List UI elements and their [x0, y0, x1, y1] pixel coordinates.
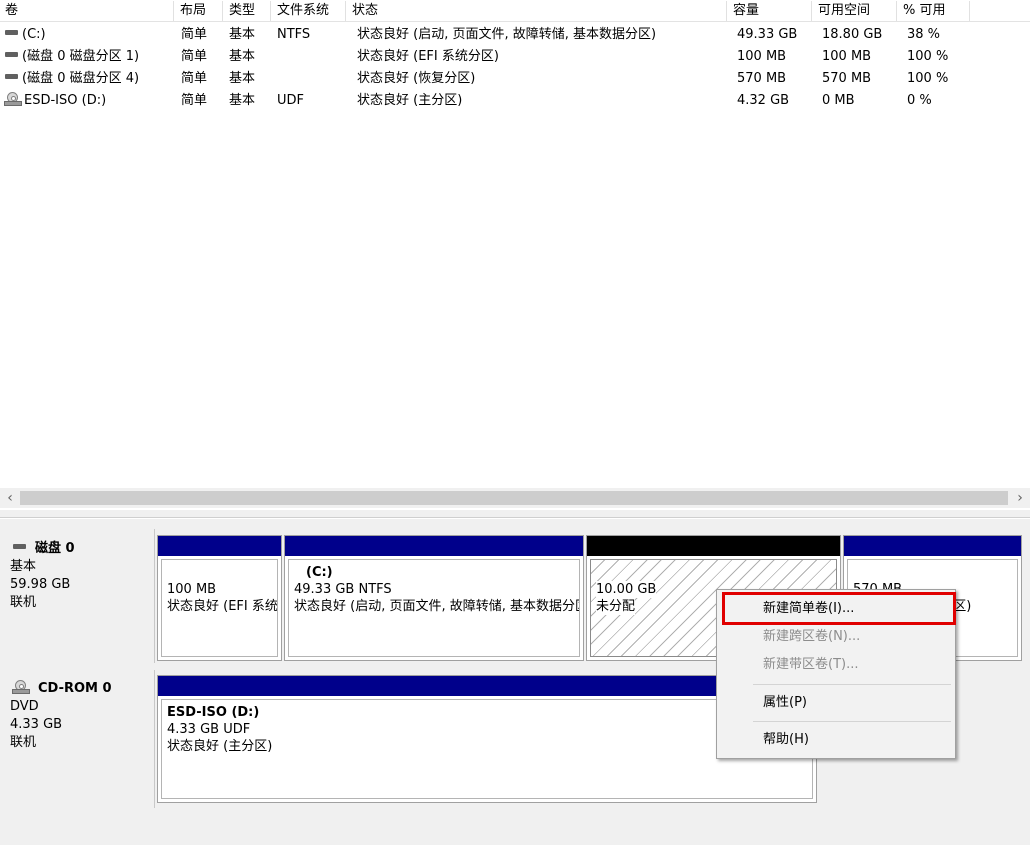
- drive-icon: [5, 74, 18, 79]
- horizontal-scrollbar[interactable]: ‹ ›: [0, 488, 1030, 508]
- volume-percent-free: 100 %: [907, 71, 949, 86]
- volume-list[interactable]: 卷 布局 类型 文件系统 状态 容量 可用空间 % 可用 (C:) 简单 基本 …: [0, 0, 1030, 510]
- partition-title: [596, 564, 836, 581]
- cd-drive-icon: [4, 91, 22, 106]
- volume-status: 状态良好 (主分区): [357, 93, 463, 108]
- pane-splitter[interactable]: [0, 517, 1030, 519]
- menu-separator: [753, 684, 951, 685]
- partition-status: 状态良好 (EFI 系统分区): [167, 599, 278, 614]
- volume-capacity: 570 MB: [737, 71, 787, 86]
- volume-name: (磁盘 0 磁盘分区 1): [22, 49, 140, 64]
- disk-icon: [13, 544, 26, 549]
- partition-efi[interactable]: 100 MB 状态良好 (EFI 系统分区): [157, 535, 282, 661]
- menu-item-properties[interactable]: 属性(P): [719, 690, 953, 716]
- volume-type: 基本: [229, 71, 256, 86]
- volume-name: ESD-ISO (D:): [24, 93, 107, 108]
- partition-status: 状态良好 (启动, 页面文件, 故障转储, 基本数据分区): [294, 599, 580, 614]
- volume-layout: 简单: [181, 49, 208, 64]
- volume-row[interactable]: ESD-ISO (D:) 简单 基本 UDF 状态良好 (主分区) 4.32 G…: [0, 91, 1030, 110]
- partition-c[interactable]: (C:) 49.33 GB NTFS 状态良好 (启动, 页面文件, 故障转储,…: [284, 535, 584, 661]
- volume-capacity: 100 MB: [737, 49, 787, 64]
- partition-title: (C:): [306, 565, 333, 580]
- volume-capacity: 49.33 GB: [737, 27, 798, 42]
- volume-layout: 简单: [181, 93, 208, 108]
- scroll-right-arrow-icon[interactable]: ›: [1012, 488, 1028, 508]
- volume-type: 基本: [229, 49, 256, 64]
- volume-status: 状态良好 (EFI 系统分区): [357, 49, 499, 64]
- volume-free: 100 MB: [822, 49, 872, 64]
- volume-row[interactable]: (C:) 简单 基本 NTFS 状态良好 (启动, 页面文件, 故障转储, 基本…: [0, 25, 1030, 44]
- partition-title: [853, 564, 1017, 581]
- volume-type: 基本: [229, 93, 256, 108]
- volume-capacity: 4.32 GB: [737, 93, 790, 108]
- drive-icon: [5, 52, 18, 57]
- volume-name: (磁盘 0 磁盘分区 4): [22, 71, 140, 86]
- highlight-box: [722, 592, 956, 625]
- partition-title: [167, 564, 277, 581]
- column-header-free-space[interactable]: 可用空间: [813, 0, 895, 22]
- column-header-volume[interactable]: 卷: [0, 0, 172, 22]
- volume-free: 0 MB: [822, 93, 855, 108]
- scroll-left-arrow-icon[interactable]: ‹: [2, 488, 18, 508]
- volume-percent-free: 0 %: [907, 93, 932, 108]
- volume-percent-free: 100 %: [907, 49, 949, 64]
- cdrom-0-title: CD-ROM 0: [38, 681, 112, 696]
- cd-drive-icon: [12, 679, 30, 694]
- column-header-type[interactable]: 类型: [224, 0, 269, 22]
- partition-size: 49.33 GB NTFS: [294, 582, 392, 597]
- column-header-layout[interactable]: 布局: [175, 0, 221, 22]
- volume-filesystem: NTFS: [277, 27, 311, 42]
- column-header-capacity[interactable]: 容量: [728, 0, 810, 22]
- menu-item-help[interactable]: 帮助(H): [719, 727, 953, 753]
- cdrom-0-size: 4.33 GB: [10, 717, 63, 732]
- volume-layout: 简单: [181, 71, 208, 86]
- volume-percent-free: 38 %: [907, 27, 941, 42]
- menu-separator: [753, 721, 951, 722]
- disk-0-state: 联机: [10, 595, 37, 610]
- drive-icon: [5, 30, 18, 35]
- cdrom-0-type: DVD: [10, 699, 39, 714]
- partition-size: 10.00 GB: [596, 581, 657, 598]
- disk-0-size: 59.98 GB: [10, 577, 71, 592]
- partition-status: 未分配: [596, 598, 636, 615]
- disk-0-info[interactable]: 磁盘 0 基本 59.98 GB 联机: [10, 540, 154, 612]
- volume-free: 570 MB: [822, 71, 872, 86]
- volume-layout: 简单: [181, 27, 208, 42]
- column-header-status[interactable]: 状态: [347, 0, 725, 22]
- column-header-percent-free[interactable]: % 可用: [898, 0, 968, 22]
- partition-size: 100 MB: [167, 582, 217, 597]
- volume-row[interactable]: (磁盘 0 磁盘分区 4) 简单 基本 状态良好 (恢复分区) 570 MB 5…: [0, 69, 1030, 88]
- disk-0-type: 基本: [10, 559, 37, 574]
- scrollbar-thumb[interactable]: [20, 491, 1008, 505]
- cdrom-0-info[interactable]: CD-ROM 0 DVD 4.33 GB 联机: [10, 679, 154, 752]
- volume-type: 基本: [229, 27, 256, 42]
- volume-filesystem: UDF: [277, 93, 305, 108]
- menu-item-new-striped-volume[interactable]: 新建带区卷(T)...: [719, 652, 953, 678]
- volume-list-header: 卷 布局 类型 文件系统 状态 容量 可用空间 % 可用: [0, 0, 1030, 22]
- volume-status: 状态良好 (启动, 页面文件, 故障转储, 基本数据分区): [357, 27, 657, 42]
- menu-item-new-spanned-volume[interactable]: 新建跨区卷(N)...: [719, 624, 953, 650]
- volume-status: 状态良好 (恢复分区): [357, 71, 476, 86]
- volume-free: 18.80 GB: [822, 27, 883, 42]
- volume-name: (C:): [22, 27, 46, 42]
- column-header-filesystem[interactable]: 文件系统: [272, 0, 344, 22]
- disk-0-title: 磁盘 0: [35, 541, 75, 556]
- cdrom-0-state: 联机: [10, 735, 37, 750]
- volume-row[interactable]: (磁盘 0 磁盘分区 1) 简单 基本 状态良好 (EFI 系统分区) 100 …: [0, 47, 1030, 66]
